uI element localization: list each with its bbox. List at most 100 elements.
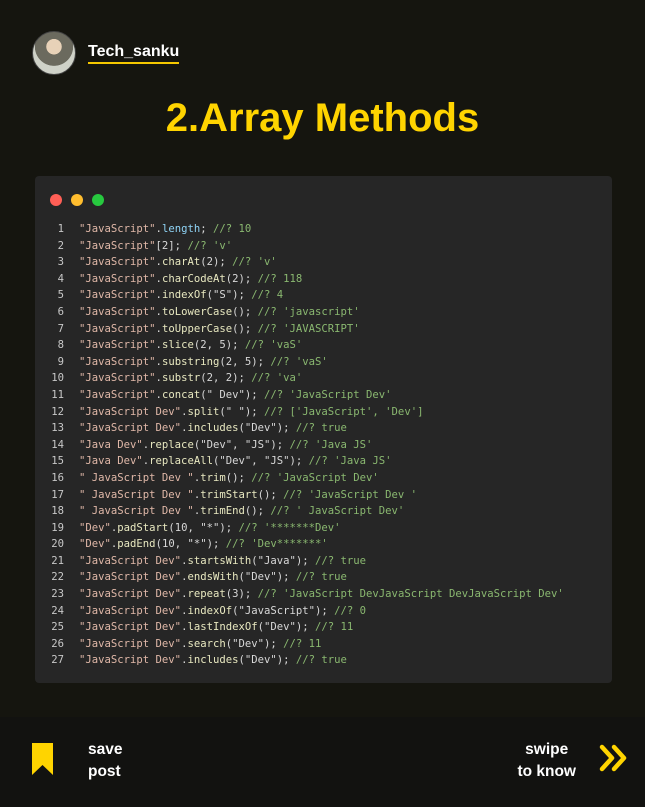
code-token: "Java Dev" — [79, 438, 143, 451]
line-number: 26 — [51, 637, 64, 650]
code-line: 22 "JavaScript Dev".endsWith("Dev"); //? … — [35, 569, 612, 586]
code-token: "JavaScript" — [79, 223, 156, 235]
code-token: (); — [232, 305, 258, 318]
code-text: "JavaScript Dev".repeat(3); //? 'JavaScr… — [79, 586, 564, 603]
line-number: 12 — [51, 405, 64, 418]
code-token: //? 'Dev*******' — [225, 538, 328, 551]
minimize-dot-icon — [71, 194, 83, 206]
code-token: trimStart — [200, 488, 258, 501]
code-token: "JavaScript" — [79, 388, 156, 401]
code-token: ("Dev"); — [238, 654, 296, 667]
line-number: 20 — [51, 538, 64, 551]
code-token: "JavaScript" — [79, 372, 156, 385]
line-number: 16 — [51, 471, 64, 484]
code-token: "JavaScript Dev" — [79, 571, 182, 584]
code-token: startsWith — [187, 554, 252, 567]
code-token: "JavaScript Dev" — [79, 654, 182, 667]
code-token: replaceAll — [149, 455, 213, 468]
code-token: indexOf — [187, 604, 233, 617]
code-token: ; — [200, 223, 213, 235]
code-token: length — [161, 223, 201, 235]
code-line: 11 "JavaScript".concat(" Dev"); //? 'Java… — [35, 387, 612, 404]
code-token: //? 'Java JS' — [289, 438, 373, 451]
code-token: (" "); — [219, 405, 264, 418]
avatar[interactable] — [32, 31, 76, 75]
line-number: 14 — [51, 438, 64, 451]
save-label-line1: save — [88, 741, 123, 758]
code-token: split — [187, 405, 220, 418]
username[interactable]: Tech_sanku — [88, 43, 180, 64]
code-token: //? 'JavaScript Dev' — [264, 388, 392, 401]
line-number: 5 — [57, 289, 64, 302]
code-token: "JavaScript Dev" — [79, 588, 182, 601]
code-token: (); — [257, 488, 284, 501]
code-text: "JavaScript".indexOf("S"); //? 4 — [79, 287, 283, 304]
code-token: padStart — [117, 521, 169, 534]
code-token: "JavaScript Dev" — [79, 604, 182, 617]
code-token: (2); — [225, 272, 258, 285]
code-token: (2, 5); — [193, 339, 245, 352]
code-token: charAt — [161, 256, 201, 269]
code-token: //? 118 — [257, 272, 303, 285]
code-text: "Java Dev".replaceAll("Dev", "JS"); //? … — [79, 453, 392, 470]
code-token: //? '*******Dev' — [238, 521, 341, 534]
profile-header: Tech_sanku — [32, 31, 180, 75]
code-text: "JavaScript Dev".endsWith("Dev"); //? tr… — [79, 569, 347, 586]
code-text: "Java Dev".replace("Dev", "JS"); //? 'Ja… — [79, 437, 372, 454]
code-line: 9 "JavaScript".substring(2, 5); //? 'vaS' — [35, 354, 612, 371]
line-number: 15 — [51, 455, 64, 468]
code-line: 25 "JavaScript Dev".lastIndexOf("Dev"); /… — [35, 619, 612, 636]
bookmark-icon[interactable] — [32, 743, 53, 775]
code-token: "JavaScript" — [79, 239, 156, 252]
code-token: //? 11 — [283, 637, 322, 650]
line-number: 1 — [57, 223, 64, 235]
code-token: ("Dev"); — [238, 571, 296, 584]
code-token: toUpperCase — [161, 322, 233, 335]
code-text: " JavaScript Dev ".trimStart(); //? 'Jav… — [79, 487, 417, 504]
code-token: ("Dev", "JS"); — [193, 438, 290, 451]
code-token: //? 'JavaScript Dev' — [251, 471, 379, 484]
code-text: "JavaScript Dev".search("Dev"); //? 11 — [79, 636, 321, 653]
code-window: 1 "JavaScript".length; //? 10 2 "JavaScript… — [35, 176, 612, 683]
code-text: "JavaScript"[2]; //? 'v' — [79, 238, 232, 255]
code-text: "JavaScript Dev".includes("Dev"); //? tr… — [79, 420, 347, 437]
line-number: 22 — [51, 571, 64, 584]
code-token: slice — [161, 339, 194, 352]
code-token: "JavaScript" — [79, 256, 156, 269]
code-line: 17 " JavaScript Dev ".trimStart(); //? 'J… — [35, 487, 612, 504]
window-controls — [50, 194, 104, 206]
code-token: ("Dev"); — [257, 621, 316, 634]
footer-bar: save post swipe to know — [0, 717, 645, 807]
code-text: " JavaScript Dev ".trimEnd(); //? ' Java… — [79, 503, 404, 520]
code-token: //? true — [295, 571, 347, 584]
code-text: "JavaScript Dev".lastIndexOf("Dev"); //?… — [79, 619, 353, 636]
code-text: "JavaScript".toUpperCase(); //? 'JAVASCR… — [79, 321, 360, 338]
save-post-label[interactable]: save post — [88, 739, 122, 783]
code-token: //? ['JavaScript', 'Dev'] — [264, 405, 424, 418]
code-line: 19 "Dev".padStart(10, "*"); //? '*******D… — [35, 520, 612, 537]
code-token: "JavaScript" — [79, 322, 156, 335]
code-line: 4 "JavaScript".charCodeAt(2); //? 118 — [35, 271, 612, 288]
code-token: search — [187, 637, 226, 650]
page-title: 2.Array Methods — [165, 96, 480, 140]
line-number: 6 — [57, 305, 64, 318]
line-number: 19 — [51, 521, 64, 534]
code-line: 23 "JavaScript Dev".repeat(3); //? 'JavaS… — [35, 586, 612, 603]
code-token: (" Dev"); — [200, 388, 264, 401]
line-number: 23 — [51, 588, 64, 601]
code-line: 12 "JavaScript Dev".split(" "); //? ['Jav… — [35, 404, 612, 421]
code-line: 8 "JavaScript".slice(2, 5); //? 'vaS' — [35, 337, 612, 354]
code-token: //? 'Java JS' — [308, 455, 392, 468]
code-token: (); — [225, 471, 252, 484]
double-chevron-right-icon[interactable] — [599, 743, 629, 773]
code-text: "JavaScript".charAt(2); //? 'v' — [79, 254, 277, 271]
code-token: (); — [244, 505, 271, 518]
code-line: 20 "Dev".padEnd(10, "*"); //? 'Dev*******… — [35, 536, 612, 553]
code-token: ("S"); — [206, 289, 252, 302]
code-token: "JavaScript Dev" — [79, 637, 182, 650]
code-token: trim — [200, 471, 226, 484]
code-token: //? 'JavaScript DevJavaScript DevJavaScr… — [257, 588, 564, 601]
code-text: "JavaScript Dev".indexOf("JavaScript"); … — [79, 603, 366, 620]
code-token: ("Dev", "JS"); — [212, 455, 309, 468]
code-token: //? 'v' — [232, 256, 277, 269]
